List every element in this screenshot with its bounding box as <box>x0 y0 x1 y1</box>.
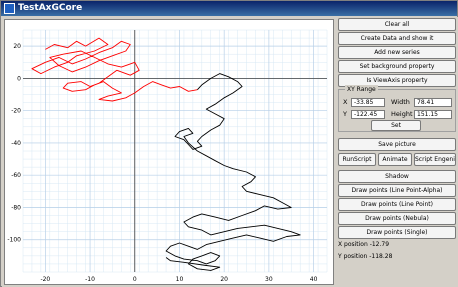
title-bar: TestAxGCore <box>1 1 457 16</box>
y-tick-label: -100 <box>7 237 21 244</box>
y-tick-label: 20 <box>13 43 21 50</box>
width-input[interactable]: 78.41 <box>414 98 452 107</box>
y-position-label: Y position -118.28 <box>338 253 393 260</box>
draw-nebula-button[interactable]: Draw points (Nebula) <box>338 212 456 225</box>
x-tick-label: 40 <box>310 276 318 283</box>
set-background-button[interactable]: Set background property <box>338 60 456 73</box>
y-tick-label: -20 <box>11 108 21 115</box>
x-tick-label: 20 <box>220 276 228 283</box>
draw-single-button[interactable]: Draw points (Single) <box>338 226 456 239</box>
x-tick-label: 0 <box>133 276 137 283</box>
height-input[interactable]: 151.15 <box>414 110 452 119</box>
app-icon <box>4 3 15 14</box>
client-area: -20 -10 0 10 20 30 40 20 0 -20 -40 -60 -80 -100 Clear… <box>2 17 458 287</box>
clear-all-button[interactable]: Clear all <box>338 18 456 31</box>
set-button[interactable]: Set <box>371 120 421 131</box>
x-position-label: X position -12.79 <box>338 241 390 248</box>
create-data-button[interactable]: Create Data and show it <box>338 32 456 45</box>
height-label: Height <box>391 110 413 118</box>
x-tick-label: -20 <box>40 276 50 283</box>
draw-line-point-alpha-button[interactable]: Draw points (Line Point-Alpha) <box>338 184 456 197</box>
animate-button[interactable]: Animate <box>378 153 412 166</box>
shadow-button[interactable]: Shadow <box>338 170 456 183</box>
app-window: TestAxGCore -20 -10 0 10 20 30 40 20 0 -20 -40 -60-… <box>0 0 458 287</box>
y-tick-label: 0 <box>17 75 21 82</box>
y-tick-label: -80 <box>11 204 21 211</box>
y-input[interactable]: -122.45 <box>351 110 385 119</box>
save-picture-button[interactable]: Save picture <box>338 138 456 151</box>
y-tick-label: -60 <box>11 172 21 179</box>
y-label: Y <box>343 110 347 118</box>
add-series-button[interactable]: Add new series <box>338 46 456 59</box>
x-tick-label: -10 <box>85 276 95 283</box>
x-tick-label: 10 <box>176 276 184 283</box>
run-script-button[interactable]: RunScript <box>338 153 376 166</box>
series-line-red <box>31 37 198 102</box>
xy-range-group: XY Range X -33.85 Width 78.41 Y -122.45 … <box>338 85 456 132</box>
script-engine-button[interactable]: Script Engenie <box>414 153 456 166</box>
x-label: X <box>343 98 348 106</box>
window-title: TestAxGCore <box>18 3 83 13</box>
plot-area[interactable]: -20 -10 0 10 20 30 40 20 0 -20 -40 -60 -80 -100 <box>4 19 334 285</box>
y-tick-label: -40 <box>11 140 21 147</box>
width-label: Width <box>391 98 410 106</box>
xy-range-title: XY Range <box>345 85 378 94</box>
draw-line-point-button[interactable]: Draw points (Line Point) <box>338 198 456 211</box>
x-input[interactable]: -33.85 <box>351 98 385 107</box>
x-tick-label: 30 <box>265 276 273 283</box>
series-line-black <box>165 73 301 271</box>
chart-svg: -20 -10 0 10 20 30 40200-20-40-60-80-100 <box>7 29 328 283</box>
